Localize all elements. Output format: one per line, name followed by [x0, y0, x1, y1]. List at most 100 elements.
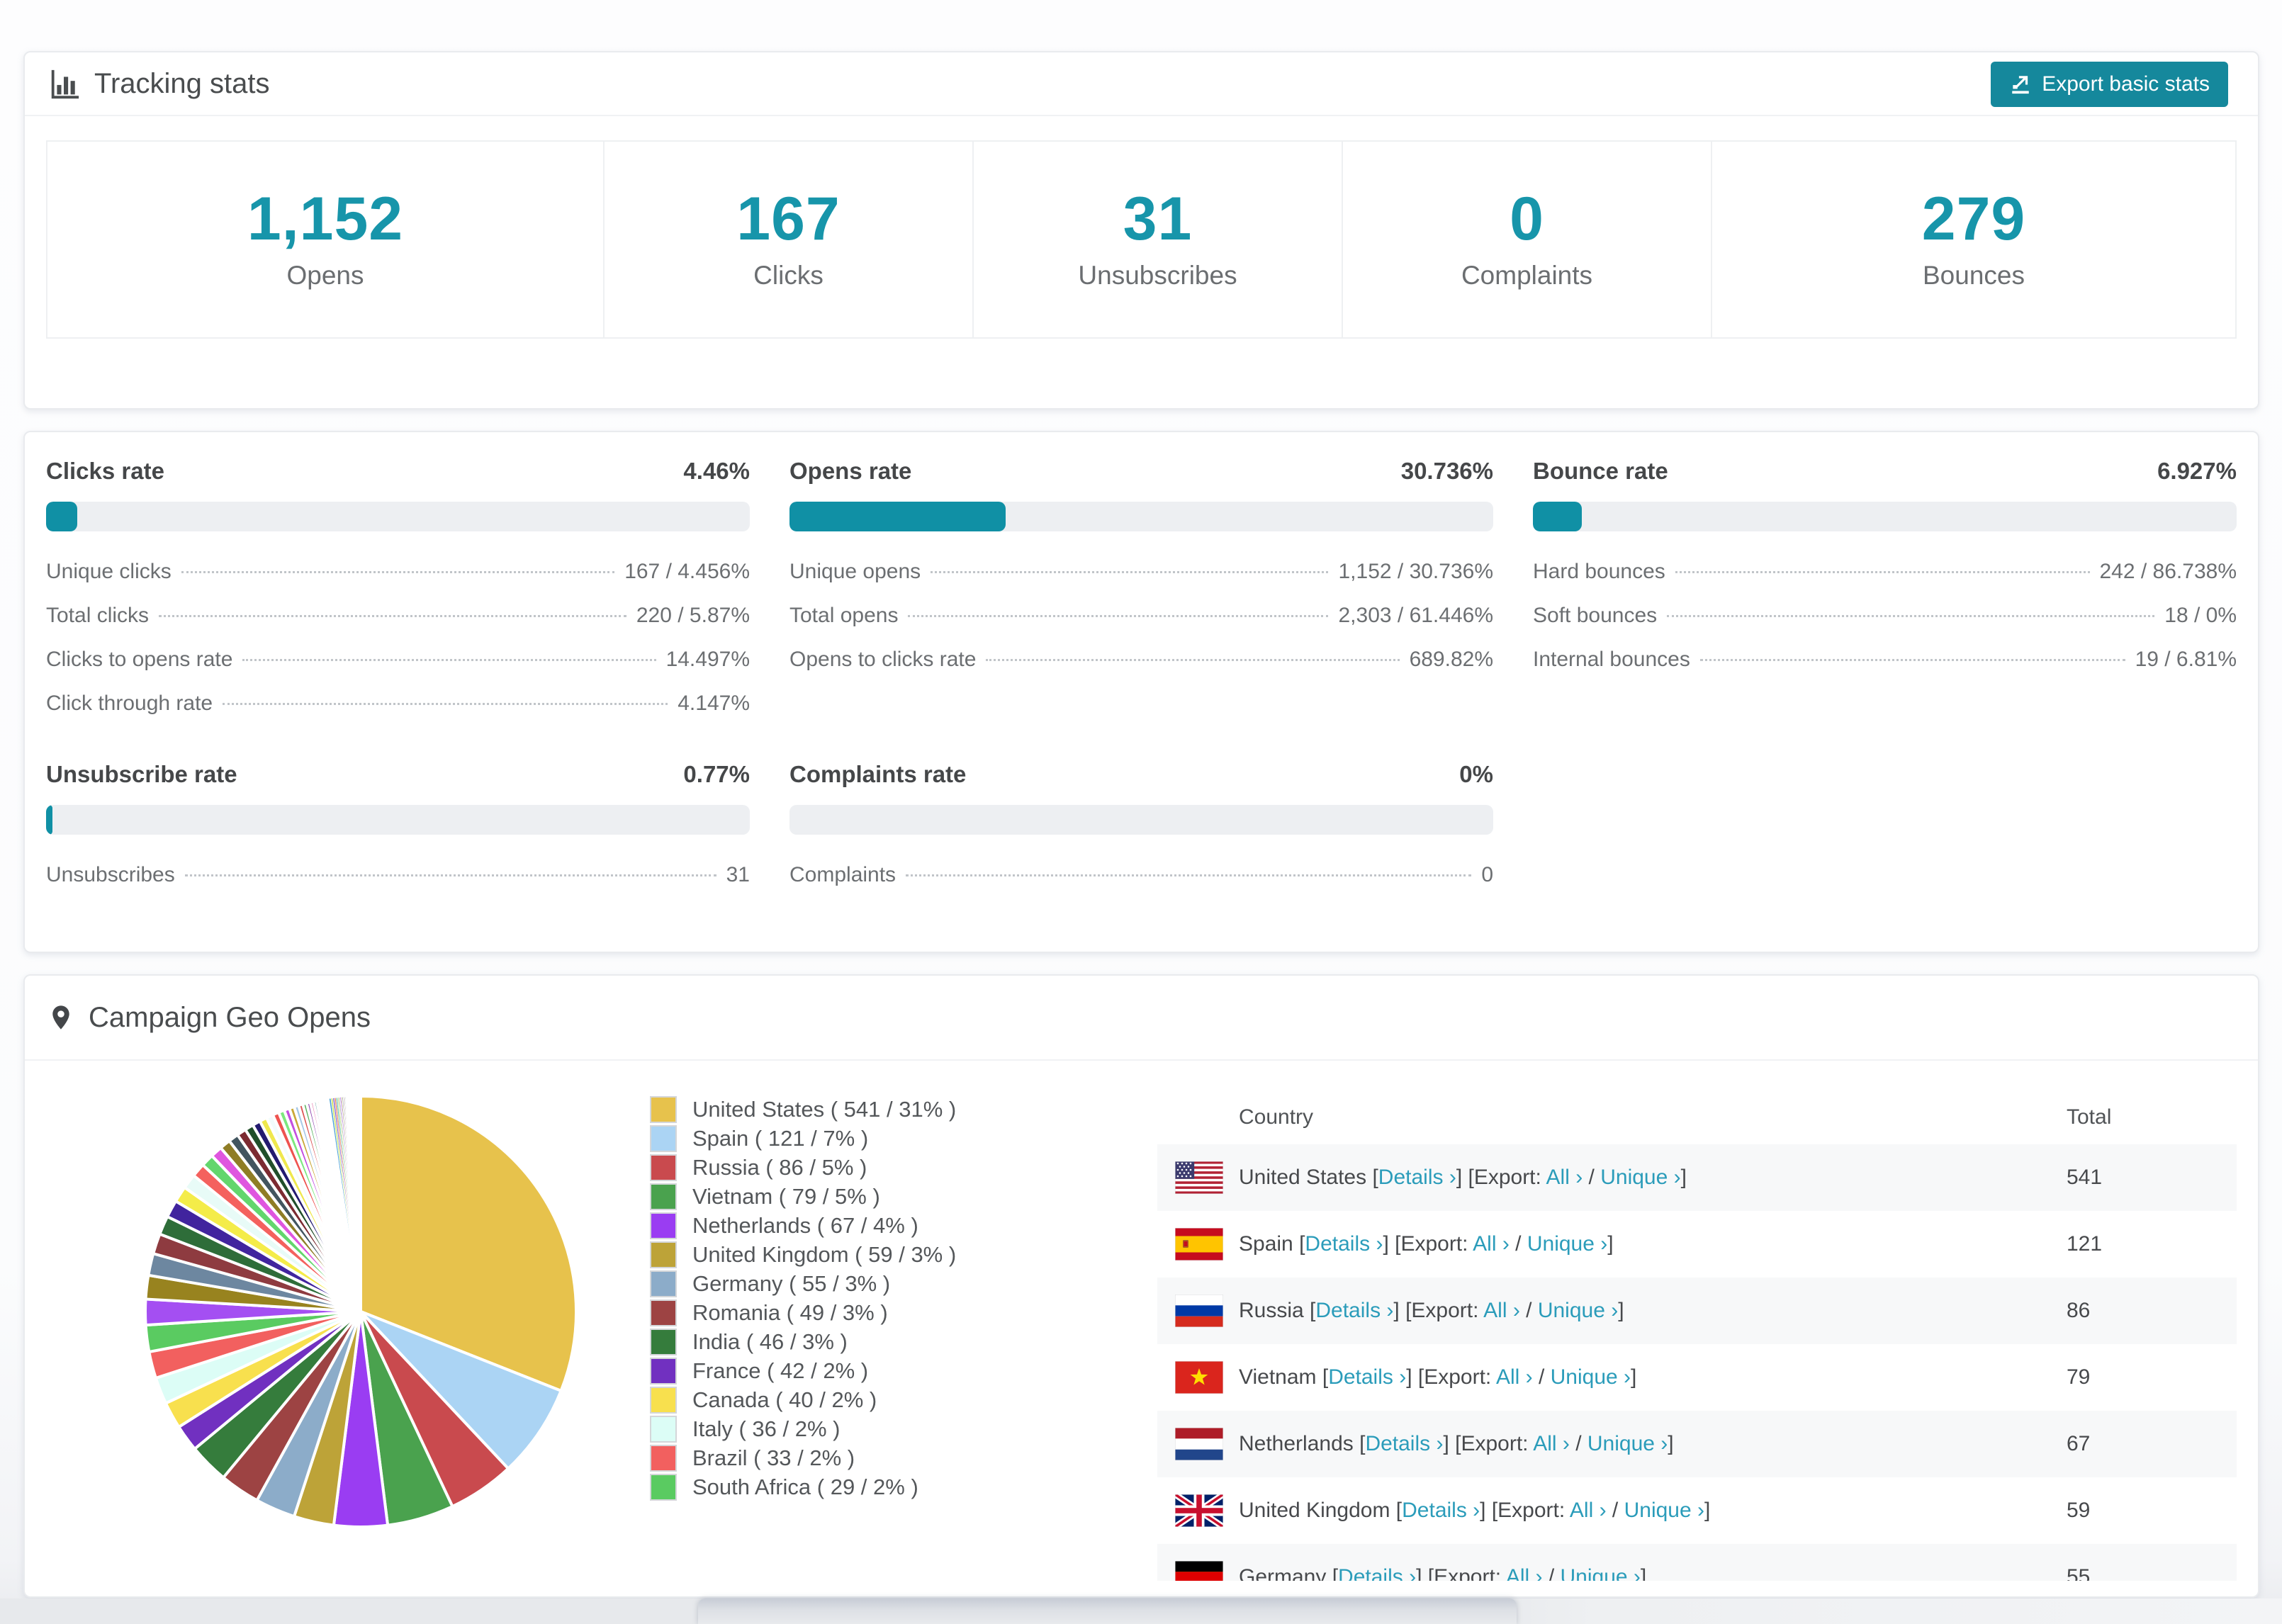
flag-us-icon	[1175, 1161, 1223, 1194]
legend-item-brazil[interactable]: Brazil ( 33 / 2% )	[650, 1443, 1146, 1472]
export-basic-stats-button[interactable]: Export basic stats	[1991, 62, 2228, 107]
export-unique-link[interactable]: Unique ›	[1624, 1499, 1704, 1522]
export-unique-link[interactable]: Unique ›	[1538, 1299, 1618, 1322]
legend-item-united-states[interactable]: United States ( 541 / 31% )	[650, 1095, 1146, 1124]
export-all-link[interactable]: All ›	[1570, 1499, 1607, 1522]
details-link[interactable]: Details ›	[1402, 1499, 1480, 1522]
rate-panel-value: 4.46%	[683, 458, 750, 484]
detail-label: Internal bounces	[1533, 648, 1690, 671]
legend-item-france[interactable]: France ( 42 / 2% )	[650, 1356, 1146, 1385]
export-prefix: ] [Export:	[1393, 1299, 1484, 1322]
details-link[interactable]: Details ›	[1305, 1232, 1383, 1256]
details-link[interactable]: Details ›	[1378, 1166, 1456, 1189]
rate-panel-title: Complaints rate	[789, 761, 967, 787]
export-unique-link[interactable]: Unique ›	[1527, 1232, 1607, 1256]
detail-value: 220 / 5.87%	[636, 604, 750, 627]
legend-item-canada[interactable]: Canada ( 40 / 2% )	[650, 1385, 1146, 1414]
rate-detail-row: Click through rate 4.147%	[46, 692, 750, 716]
geo-table: Country Total United States [Details ›] …	[1157, 1090, 2237, 1581]
rate-panel-head: Opens rate 30.736%	[789, 458, 1493, 485]
dotted-leader	[1667, 615, 2155, 617]
progress-bar-track	[46, 805, 750, 835]
legend-item-russia[interactable]: Russia ( 86 / 5% )	[650, 1153, 1146, 1182]
total-column-header: Total	[2067, 1105, 2112, 1129]
export-all-link[interactable]: All ›	[1496, 1365, 1533, 1389]
legend-label: Spain ( 121 / 7% )	[692, 1125, 869, 1151]
legend-item-netherlands[interactable]: Netherlands ( 67 / 4% )	[650, 1211, 1146, 1240]
detail-label: Unsubscribes	[46, 863, 175, 886]
export-all-link[interactable]: All ›	[1533, 1432, 1570, 1455]
export-all-link[interactable]: All ›	[1546, 1166, 1583, 1189]
stat-label: Unsubscribes	[1078, 261, 1237, 290]
export-unique-link[interactable]: Unique ›	[1587, 1432, 1668, 1455]
pie-svg	[144, 1094, 578, 1528]
detail-label: Total opens	[789, 604, 899, 627]
legend-label: United States ( 541 / 31% )	[692, 1096, 957, 1122]
export-unique-link[interactable]: Unique ›	[1551, 1365, 1631, 1389]
export-all-link[interactable]: All ›	[1473, 1232, 1510, 1256]
rate-panel-value: 0.77%	[683, 761, 750, 787]
rate-detail-rows: Unsubscribes 31	[46, 863, 750, 887]
detail-label: Opens to clicks rate	[789, 648, 977, 671]
export-prefix: ] [Export:	[1480, 1499, 1570, 1522]
export-all-link[interactable]: All ›	[1483, 1299, 1520, 1322]
export-button-label: Export basic stats	[2042, 72, 2210, 96]
legend-swatch	[651, 1387, 675, 1412]
stat-label: Clicks	[753, 261, 824, 290]
total-cell: 79	[2067, 1365, 2091, 1389]
details-link[interactable]: Details ›	[1328, 1365, 1406, 1389]
legend-item-spain[interactable]: Spain ( 121 / 7% )	[650, 1124, 1146, 1153]
rate-panel-value: 30.736%	[1400, 458, 1493, 484]
stat-label: Opens	[286, 261, 364, 290]
details-link[interactable]: Details ›	[1365, 1432, 1443, 1455]
details-link[interactable]: Details ›	[1338, 1565, 1416, 1581]
legend-item-vietnam[interactable]: Vietnam ( 79 / 5% )	[650, 1182, 1146, 1211]
dotted-leader	[159, 615, 626, 617]
detail-value: 2,303 / 61.446%	[1338, 604, 1493, 627]
bracket: ]	[1631, 1365, 1637, 1389]
legend-item-india[interactable]: India ( 46 / 3% )	[650, 1327, 1146, 1356]
geo-pie-chart	[46, 1090, 582, 1581]
export-icon	[2012, 76, 2029, 94]
rate-detail-row: Internal bounces 19 / 6.81%	[1533, 648, 2237, 672]
dotted-leader	[184, 874, 716, 876]
legend-item-romania[interactable]: Romania ( 49 / 3% )	[650, 1298, 1146, 1327]
legend-swatch	[651, 1329, 675, 1354]
flag-de-icon	[1175, 1561, 1223, 1581]
country-cell: Netherlands [Details ›] [Export: All › /…	[1239, 1432, 2067, 1456]
total-cell: 67	[2067, 1432, 2091, 1455]
export-unique-link[interactable]: Unique ›	[1600, 1166, 1680, 1189]
legend-label: Romania ( 49 / 3% )	[692, 1299, 888, 1325]
export-all-link[interactable]: All ›	[1506, 1565, 1543, 1581]
legend-label: Netherlands ( 67 / 4% )	[692, 1212, 918, 1238]
rate-panel-title: Clicks rate	[46, 458, 164, 484]
export-unique-link[interactable]: Unique ›	[1561, 1565, 1641, 1581]
rate-panel-complaints-rate: Complaints rate 0% Complaints 0	[789, 761, 1493, 887]
bracket: ]	[1704, 1499, 1711, 1522]
legend-label: United Kingdom ( 59 / 3% )	[692, 1241, 957, 1267]
summary-stats: 1,152 Opens 167 Clicks 31 Unsubscribes 0 Compla…	[46, 140, 2237, 339]
bracket: ]	[1640, 1565, 1647, 1581]
geo-header: Campaign Geo Opens	[25, 976, 2258, 1061]
legend-swatch	[651, 1416, 675, 1441]
link-separator: /	[1569, 1432, 1587, 1455]
detail-label: Hard bounces	[1533, 560, 1665, 583]
geo-table-row: United Kingdom [Details ›] [Export: All …	[1157, 1477, 2237, 1544]
legend-label: Brazil ( 33 / 2% )	[692, 1445, 855, 1470]
legend-item-italy[interactable]: Italy ( 36 / 2% )	[650, 1414, 1146, 1443]
legend-label: India ( 46 / 3% )	[692, 1329, 848, 1354]
export-prefix: ] [Export:	[1456, 1166, 1546, 1189]
legend-item-germany[interactable]: Germany ( 55 / 3% )	[650, 1269, 1146, 1298]
country-cell: Vietnam [Details ›] [Export: All › / Uni…	[1239, 1365, 2067, 1389]
legend-label: Germany ( 55 / 3% )	[692, 1270, 891, 1296]
details-link[interactable]: Details ›	[1315, 1299, 1393, 1322]
rate-panel-head: Unsubscribe rate 0.77%	[46, 761, 750, 788]
legend-item-united-kingdom[interactable]: United Kingdom ( 59 / 3% )	[650, 1240, 1146, 1269]
legend-swatch	[651, 1271, 675, 1296]
country-cell: United States [Details ›] [Export: All ›…	[1239, 1166, 2067, 1190]
legend-swatch	[651, 1097, 675, 1122]
legend-item-south-africa[interactable]: South Africa ( 29 / 2% )	[650, 1472, 1146, 1501]
detail-value: 18 / 0%	[2164, 604, 2237, 627]
stat-box-complaints: 0 Complaints	[1342, 142, 1711, 337]
horizontal-scrollbar-thumb[interactable]	[698, 1598, 1517, 1624]
